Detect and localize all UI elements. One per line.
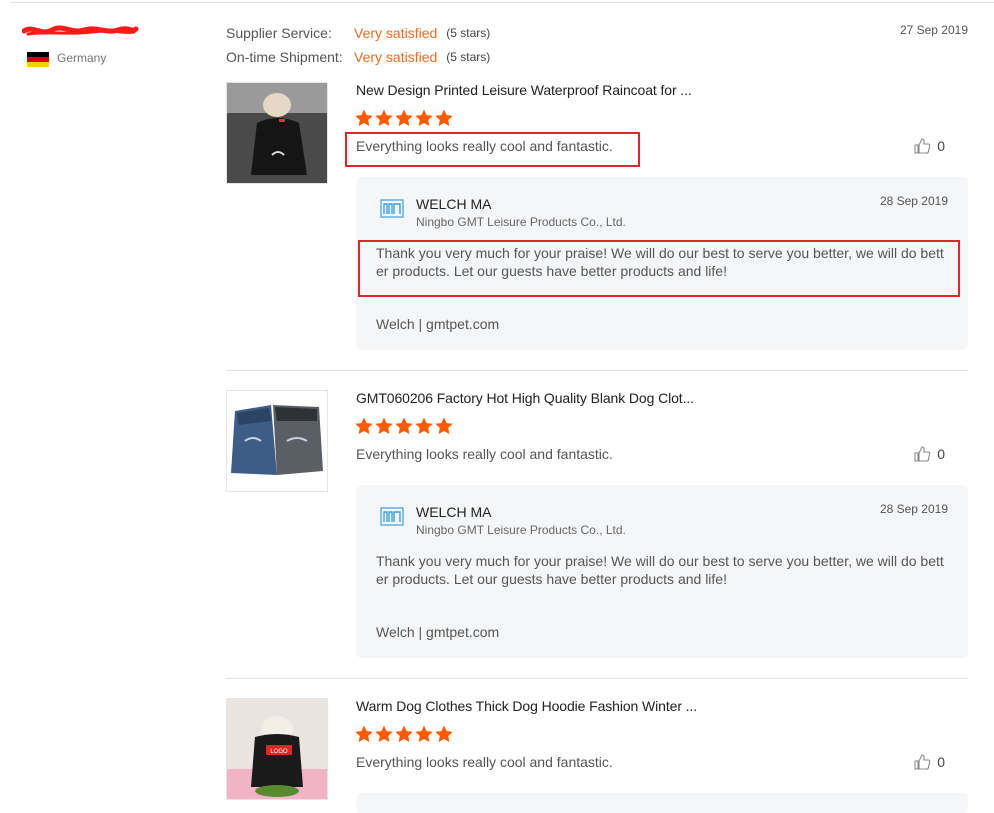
thumbs-up-icon (914, 138, 931, 154)
review-text: Everything looks really cool and fantast… (356, 446, 613, 462)
product-thumbnail[interactable] (226, 390, 328, 492)
star-icon (375, 725, 393, 742)
black-dog-raincoat-photo-icon (227, 83, 327, 183)
like-count: 0 (937, 138, 945, 154)
star-icon (375, 417, 393, 434)
supplier-reply: WELCH MA Ningbo GMT Leisure Products Co.… (356, 177, 968, 350)
like-button[interactable]: 0 (913, 137, 945, 155)
star-icon (395, 417, 413, 434)
star-icon (395, 109, 413, 126)
supplier-reply-partial (356, 793, 968, 813)
like-button[interactable]: 0 (913, 445, 945, 463)
supplier-service-label: Supplier Service: (226, 25, 332, 41)
star-icon (435, 417, 453, 434)
reply-date: 28 Sep 2019 (879, 502, 948, 516)
shipment-stars: (5 stars) (446, 50, 491, 64)
star-icon (355, 417, 373, 434)
gmt-logo-icon (380, 507, 404, 526)
thumbs-up-icon (914, 446, 931, 462)
supplier-service-rating: Supplier Service: Very satisfied (5 star… (226, 25, 490, 41)
star-icon (415, 417, 433, 434)
reviewer-name-scribble (22, 25, 139, 36)
reply-author: WELCH MA (416, 196, 492, 212)
section-divider (226, 678, 968, 679)
product-review-1: New Design Printed Leisure Waterproof Ra… (226, 82, 968, 352)
review-text: Everything looks really cool and fantast… (356, 754, 613, 770)
product-thumbnail[interactable] (226, 82, 328, 184)
star-icon (375, 109, 393, 126)
shipment-rating: On-time Shipment: Very satisfied (5 star… (226, 49, 490, 65)
top-divider (10, 2, 994, 3)
denim-dog-vest-photo-icon (227, 391, 327, 491)
product-thumbnail[interactable]: LOGO (226, 698, 328, 800)
star-icon (355, 725, 373, 742)
star-icon (435, 725, 453, 742)
reply-signature: Welch | gmtpet.com (376, 316, 500, 332)
section-divider (226, 370, 968, 371)
like-count: 0 (937, 446, 945, 462)
shipment-value: Very satisfied (354, 49, 438, 65)
gmt-logo-icon (380, 199, 404, 218)
supplier-service-value: Very satisfied (354, 25, 438, 41)
hoodie-logo-label: LOGO (270, 749, 288, 755)
review-text: Everything looks really cool and fantast… (356, 138, 613, 154)
germany-flag-icon (27, 52, 49, 67)
star-rating (354, 416, 454, 436)
reply-date: 28 Sep 2019 (879, 194, 948, 208)
star-icon (395, 725, 413, 742)
product-title[interactable]: Warm Dog Clothes Thick Dog Hoodie Fashio… (356, 698, 697, 714)
supplier-service-stars: (5 stars) (446, 26, 491, 40)
dog-hoodie-photo-icon: LOGO (227, 699, 327, 799)
supplier-reply: WELCH MA Ningbo GMT Leisure Products Co.… (356, 485, 968, 658)
reply-signature: Welch | gmtpet.com (376, 624, 500, 640)
reply-body: Thank you very much for your praise! We … (376, 553, 944, 587)
reply-author: WELCH MA (416, 504, 492, 520)
star-icon (355, 109, 373, 126)
product-review-2: GMT060206 Factory Hot High Quality Blank… (226, 390, 968, 660)
product-review-3: LOGO Warm Dog Clothes Thick Dog Hoodie F… (226, 698, 968, 813)
star-icon (415, 109, 433, 126)
like-button[interactable]: 0 (913, 753, 945, 771)
reply-body: Thank you very much for your praise! We … (376, 245, 944, 279)
like-count: 0 (937, 754, 945, 770)
reply-company[interactable]: Ningbo GMT Leisure Products Co., Ltd. (416, 215, 626, 229)
thumbs-up-icon (914, 754, 931, 770)
product-title[interactable]: GMT060206 Factory Hot High Quality Blank… (356, 390, 694, 406)
star-icon (435, 109, 453, 126)
star-rating (354, 724, 454, 744)
star-icon (415, 725, 433, 742)
star-rating (354, 108, 454, 128)
shipment-label: On-time Shipment: (226, 49, 343, 65)
product-title[interactable]: New Design Printed Leisure Waterproof Ra… (356, 82, 692, 98)
review-date: 27 Sep 2019 (899, 23, 968, 37)
reply-company[interactable]: Ningbo GMT Leisure Products Co., Ltd. (416, 523, 626, 537)
reviewer-country: Germany (57, 51, 107, 65)
